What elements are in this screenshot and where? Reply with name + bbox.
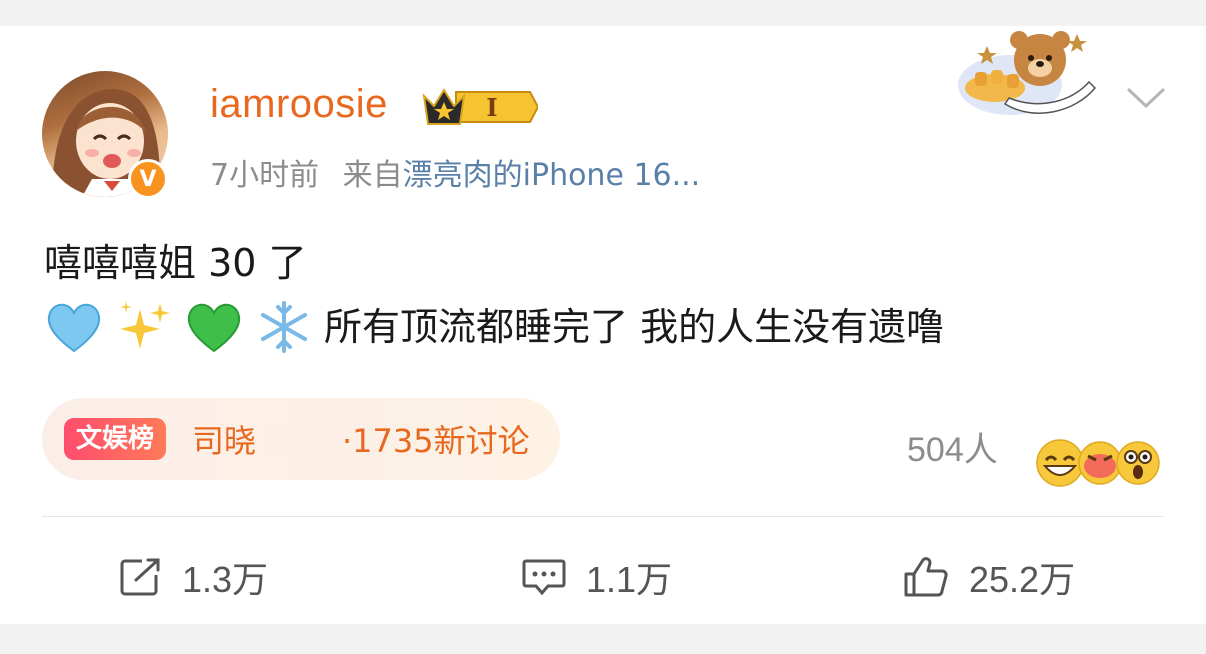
like-count: 25.2万: [969, 559, 1076, 600]
topic-discussion-count: ·1735新讨论: [342, 422, 530, 460]
level-badge-text: I: [486, 93, 497, 122]
post-source-link[interactable]: 漂亮肉的iPhone 16...: [403, 158, 701, 193]
thumbs-up-icon: [904, 557, 948, 597]
shocked-face-icon: [1116, 441, 1160, 485]
repost-button[interactable]: 1.3万: [120, 551, 268, 603]
reaction-count[interactable]: 504人: [907, 422, 998, 471]
comment-button[interactable]: 1.1万: [522, 551, 672, 603]
post-text-line-2: 所有顶流都睡完了 我的人生没有遗噜: [44, 295, 944, 359]
comment-count: 1.1万: [586, 559, 673, 600]
chevron-down-icon[interactable]: [1126, 86, 1166, 114]
kiss-face-icon: [1078, 441, 1122, 485]
source-prefix: 来自: [342, 158, 403, 193]
post-content: 嘻嘻嘻姐 30 了 所有顶流都睡完了 我的人生没有遗噜: [44, 231, 944, 359]
sparkles-icon: [120, 301, 170, 349]
green-heart-icon: [187, 303, 241, 353]
topic-name: 司晓: [192, 422, 257, 460]
repost-count: 1.3万: [182, 559, 269, 600]
divider: [42, 516, 1164, 517]
topic-name-fade: [260, 422, 340, 456]
topic-rank-tag: 文娱榜: [64, 418, 167, 460]
grin-face-icon: [1036, 439, 1084, 487]
light-blue-heart-icon: [47, 303, 101, 353]
snowflake-icon: [261, 301, 307, 353]
post-text: 所有顶流都睡完了 我的人生没有遗噜: [324, 305, 945, 349]
bear-decoration-icon: [955, 30, 1100, 124]
weibo-post-card: V iamroosie I 7小时前 来自漂亮肉的iPhone 16... 嘻嘻…: [0, 26, 1206, 624]
post-meta: 7小时前 来自漂亮肉的iPhone 16...: [210, 150, 700, 194]
reaction-faces[interactable]: [1036, 438, 1162, 492]
username-link[interactable]: iamroosie: [210, 82, 388, 127]
comment-icon: [522, 559, 566, 596]
verified-badge-icon: V: [128, 159, 168, 199]
topic-pill[interactable]: 文娱榜 司晓 ·1735新讨论: [42, 398, 560, 480]
post-time: 7小时前: [210, 158, 320, 193]
like-button[interactable]: 25.2万: [903, 551, 1075, 603]
repost-icon: [120, 558, 160, 596]
post-text-line-1: 嘻嘻嘻姐 30 了: [44, 241, 307, 285]
member-crown-badge-icon[interactable]: I: [420, 84, 540, 134]
